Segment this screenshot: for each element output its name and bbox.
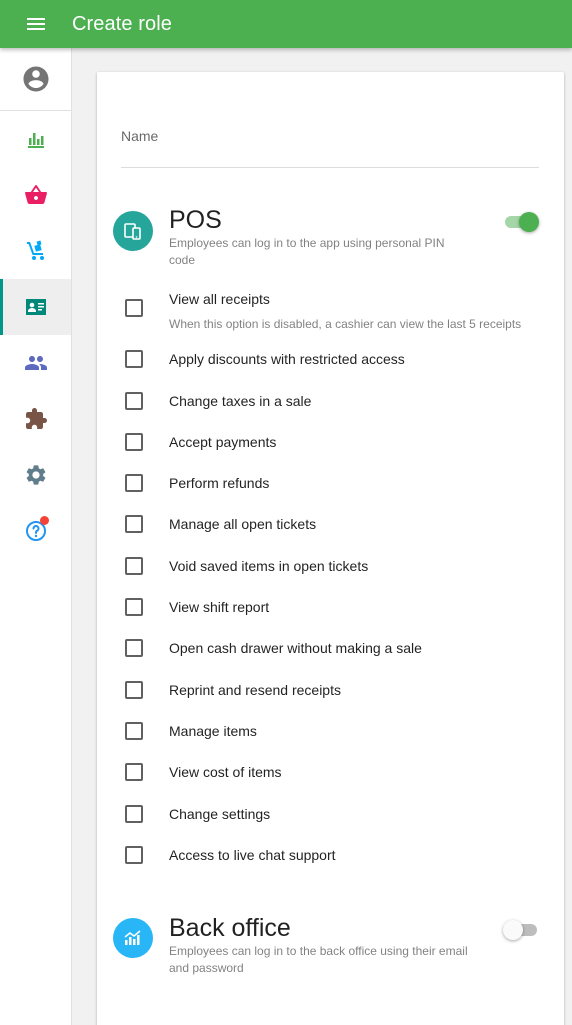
devices-icon: [124, 223, 141, 240]
permission-label: View shift report: [169, 599, 270, 615]
permission-row[interactable]: Reprint and resend receipts: [121, 673, 541, 707]
permission-row[interactable]: Access to live chat support: [121, 838, 541, 872]
back-office-toggle[interactable]: [503, 920, 539, 940]
permission-checkbox[interactable]: [125, 763, 143, 781]
gear-icon: [26, 465, 45, 485]
permission-checkbox[interactable]: [125, 474, 143, 492]
permission-label: Access to live chat support: [169, 847, 336, 863]
permission-checkbox[interactable]: [125, 805, 143, 823]
pos-section-icon: [113, 211, 153, 251]
menu-icon: [27, 18, 45, 30]
toggle-thumb: [503, 920, 523, 940]
sidebar-item-integrations[interactable]: [0, 391, 71, 447]
permission-checkbox[interactable]: [125, 681, 143, 699]
back-office-section-description: Employees can log in to the back office …: [169, 944, 468, 975]
permission-label: Apply discounts with restricted access: [169, 351, 405, 367]
permission-label: Manage items: [169, 723, 257, 739]
sidebar-item-inventory[interactable]: [0, 223, 71, 279]
pos-section-description: Employees can log in to the app using pe…: [169, 236, 445, 267]
permission-row[interactable]: Manage items: [121, 714, 541, 748]
back-office-section-title: Back office: [169, 914, 291, 942]
trending-chart-icon: [124, 930, 141, 945]
notification-dot: [40, 516, 49, 525]
permission-row[interactable]: Change taxes in a sale: [121, 384, 541, 418]
sidebar-item-settings[interactable]: [0, 447, 71, 503]
permission-row[interactable]: Change settings: [121, 797, 541, 831]
permission-label: View cost of items: [169, 764, 282, 780]
app-bar: Create role: [0, 0, 572, 48]
sidebar-item-help[interactable]: [0, 503, 71, 559]
permission-label: View all receipts: [169, 291, 270, 307]
permission-label: Reprint and resend receipts: [169, 682, 341, 698]
permission-label: Perform refunds: [169, 475, 270, 491]
name-field[interactable]: Name: [121, 120, 539, 168]
permission-label: Change taxes in a sale: [169, 393, 312, 409]
sidebar: [0, 48, 72, 1025]
permission-label: Void saved items in open tickets: [169, 558, 369, 574]
permission-checkbox[interactable]: [125, 598, 143, 616]
permission-checkbox[interactable]: [125, 350, 143, 368]
sidebar-item-customers[interactable]: [0, 335, 71, 391]
badge-icon: [25, 299, 46, 315]
permission-row[interactable]: Accept payments: [121, 425, 541, 459]
permission-checkbox[interactable]: [125, 557, 143, 575]
permission-checkbox[interactable]: [125, 515, 143, 533]
dolly-icon: [26, 240, 44, 260]
name-field-label: Name: [121, 128, 159, 144]
permission-checkbox[interactable]: [125, 639, 143, 657]
sidebar-item-employees[interactable]: [0, 279, 71, 335]
account-circle-icon: [23, 66, 48, 92]
permission-checkbox[interactable]: [125, 722, 143, 740]
account-button[interactable]: [0, 48, 71, 111]
pos-toggle[interactable]: [503, 212, 539, 232]
sidebar-item-sales[interactable]: [0, 167, 71, 223]
sidebar-item-reports[interactable]: [0, 111, 71, 167]
permission-label: Change settings: [169, 806, 271, 822]
permission-row[interactable]: View shift report: [121, 590, 541, 624]
basket-icon: [24, 184, 47, 204]
back-office-section-icon: [113, 918, 153, 958]
permission-label: Open cash drawer without making a sale: [169, 640, 422, 656]
permission-row[interactable]: Open cash drawer without making a sale: [121, 631, 541, 665]
permission-hint: When this option is disabled, a cashier …: [169, 317, 522, 331]
permission-row[interactable]: Manage all open tickets: [121, 507, 541, 541]
permission-checkbox[interactable]: [125, 392, 143, 410]
puzzle-icon: [25, 408, 47, 429]
pos-section-title: POS: [169, 206, 222, 234]
permission-checkbox[interactable]: [125, 299, 143, 317]
permission-row[interactable]: View cost of items: [121, 755, 541, 789]
permission-label: Accept payments: [169, 434, 277, 450]
role-form-card: Name POS Employees can log in to the app…: [97, 72, 564, 1025]
toggle-thumb: [519, 212, 539, 232]
permission-row[interactable]: Apply discounts with restricted access: [121, 342, 541, 376]
permission-label: Manage all open tickets: [169, 516, 317, 532]
bar-chart-icon: [27, 133, 44, 148]
permission-checkbox[interactable]: [125, 433, 143, 451]
permission-row[interactable]: Void saved items in open tickets: [121, 549, 541, 583]
menu-button[interactable]: [0, 0, 72, 48]
permission-row[interactable]: View all receipts When this option is dis…: [121, 291, 541, 331]
permission-row[interactable]: Perform refunds: [121, 466, 541, 500]
permission-checkbox[interactable]: [125, 846, 143, 864]
page-title: Create role: [72, 12, 173, 35]
people-icon: [24, 356, 47, 370]
